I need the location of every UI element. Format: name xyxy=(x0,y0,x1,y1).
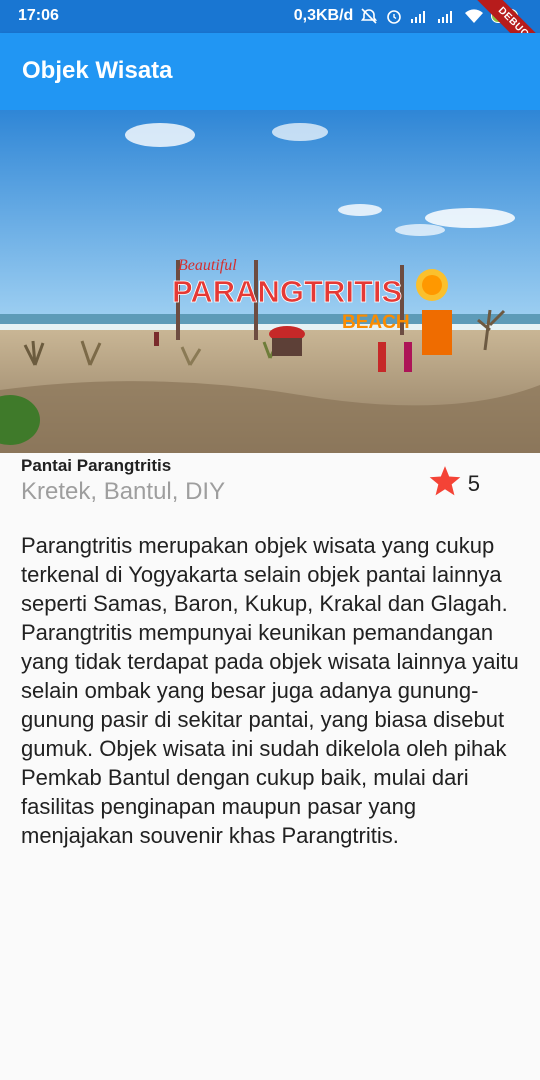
hero-image: Beautiful PARANGTRITIS BEACH xyxy=(0,110,540,453)
status-time: 17:06 xyxy=(18,7,59,24)
app-bar: Objek Wisata xyxy=(0,33,540,110)
sign-main-text: PARANGTRITIS xyxy=(172,274,402,309)
signal-icon xyxy=(410,9,430,23)
network-speed: 0,3KB/d xyxy=(293,7,354,24)
alarm-icon xyxy=(385,7,403,25)
signal-icon xyxy=(437,9,457,23)
rating-value: 5 xyxy=(467,470,480,496)
sign-sub-text: BEACH xyxy=(342,312,410,333)
app-bar-title: Objek Wisata xyxy=(22,57,173,84)
status-bar: 17:06 0,3KB/d 100 DEBUG xyxy=(0,0,540,69)
alarm-off-icon xyxy=(360,7,378,25)
rating: 5 xyxy=(428,465,480,502)
wifi-icon xyxy=(464,8,484,24)
star-icon xyxy=(428,465,462,502)
sign-small-text: Beautiful xyxy=(178,257,237,274)
place-description: Parangtritis merupakan objek wisata yang… xyxy=(21,533,519,848)
status-icons: 0,3KB/d 100 xyxy=(294,7,518,25)
